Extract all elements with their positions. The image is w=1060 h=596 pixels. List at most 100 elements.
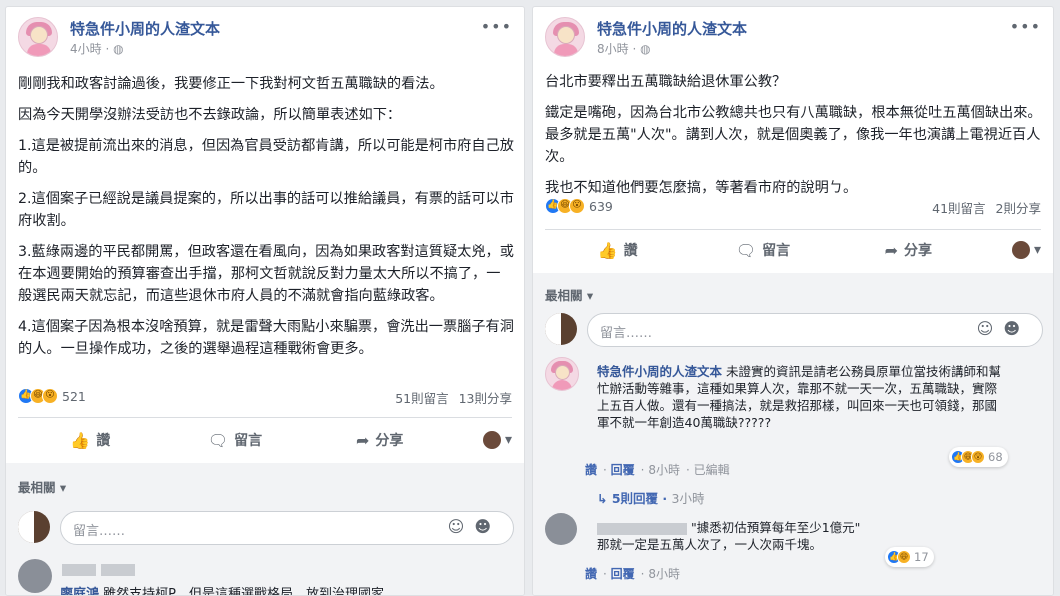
comment-meta: 讚 · 回覆 · 8小時 bbox=[585, 567, 680, 581]
author-name[interactable]: 特急件小周的人渣文本 bbox=[70, 18, 220, 39]
comment-bubble: "據悉初估預算每年至少1億元" 那就一定是五萬人次了，一人次兩千塊。 bbox=[587, 513, 897, 559]
user-avatar bbox=[18, 511, 50, 543]
wow-reaction-icon: 😮 bbox=[971, 450, 985, 464]
comment-item: 廖庭鴻 雖然支持柯P，但是這種選戰格局，放到治理國家， bbox=[18, 559, 514, 596]
speech-bubble-icon: 🗨 bbox=[207, 430, 229, 450]
post-time-text[interactable]: 4小時 bbox=[70, 42, 102, 56]
reply-arrow-icon: ↳ bbox=[597, 491, 608, 506]
comments-count[interactable]: 41則留言 bbox=[932, 201, 985, 216]
globe-icon: ◍ bbox=[640, 42, 651, 56]
post-paragraph: 剛剛我和政客討論過後，我要修正一下我對柯文哲五萬職缺的看法。 bbox=[18, 76, 444, 92]
replies-count: 5則回覆 bbox=[611, 491, 659, 506]
divider bbox=[18, 417, 512, 418]
reactions-summary[interactable]: 👍 😆 😮 521 bbox=[18, 388, 86, 404]
post-stats: 👍 😆 😮 639 41則留言 2則分享 bbox=[545, 197, 1041, 219]
haha-reaction-icon: 😆 bbox=[897, 550, 911, 564]
comment-reactions[interactable]: 👍 😆 17 bbox=[885, 547, 934, 567]
share-button[interactable]: ➦ 分享 bbox=[307, 430, 452, 450]
post-paragraph: 1.這是被提前流出來的消息，但因為官員受訪都肯講，所以可能是柯市府自己放的。 bbox=[18, 138, 514, 176]
comment-reactions-count: 17 bbox=[914, 550, 929, 564]
post-text: 剛剛我和政客討論過後，我要修正一下我對柯文哲五萬職缺的看法。 因為今天開學沒辦法… bbox=[18, 73, 514, 369]
sort-comments-dropdown[interactable]: 最相關 ▾ bbox=[18, 477, 66, 496]
view-replies-link[interactable]: ↳ 5則回覆 · 3小時 bbox=[597, 488, 704, 507]
like-button[interactable]: 👍 讚 bbox=[18, 430, 163, 450]
comment-reactions-count: 68 bbox=[988, 450, 1003, 464]
post-paragraph: 3.藍綠兩邊的平民都開罵，但政客還在看風向，因為如果政客對這質疑太兇，或在本週要… bbox=[18, 244, 514, 304]
post-paragraph: 我也不知道他們要怎麼搞，等著看市府的說明ㄅ。 bbox=[545, 180, 858, 196]
comment-input[interactable]: 留言…… ☺☻ bbox=[587, 313, 1043, 347]
right-post-card: 特急件小周的人渣文本 8小時 · ◍ ••• 台北市要釋出五萬職缺給退休軍公教？… bbox=[532, 6, 1054, 596]
replies-time: 3小時 bbox=[671, 491, 705, 506]
comment-button[interactable]: 🗨 留言 bbox=[690, 240, 835, 260]
page-avatar-icon bbox=[1011, 241, 1030, 259]
author-avatar[interactable] bbox=[18, 17, 58, 57]
post-time[interactable]: 8小時 · ◍ bbox=[597, 40, 651, 57]
more-options-icon[interactable]: ••• bbox=[1010, 17, 1041, 36]
wow-reaction-icon: 😮 bbox=[42, 388, 58, 404]
comment-text: 廖庭鴻 雖然支持柯P，但是這種選戰格局，放到治理國家， bbox=[60, 583, 397, 596]
author-avatar[interactable] bbox=[545, 17, 585, 57]
comment-reactions[interactable]: 👍 😆 😮 68 bbox=[949, 447, 1008, 467]
post-paragraph: 2.這個案子已經說是議員提案的，所以出事的話可以推給議員，有票的話可以市府收割。 bbox=[18, 191, 514, 229]
emoji-sticker-icon[interactable]: ☺☻ bbox=[977, 319, 1030, 338]
more-options-icon[interactable]: ••• bbox=[481, 17, 512, 36]
globe-icon: ◍ bbox=[113, 42, 124, 56]
edited-label[interactable]: 已編輯 bbox=[694, 463, 730, 477]
divider bbox=[545, 229, 1041, 230]
post-paragraph: 鐵定是嘴砲，因為台北市公教總共也只有八萬職缺，根本無從吐五萬個缺出來。最多就是五… bbox=[545, 105, 1042, 165]
comment-body: 那就一定是五萬人次了，一人次兩千塊。 bbox=[597, 537, 823, 552]
shares-count[interactable]: 13則分享 bbox=[459, 391, 512, 406]
emoji-sticker-icon[interactable]: ☺☻ bbox=[448, 517, 501, 536]
reactions-count: 521 bbox=[62, 388, 86, 404]
comment-placeholder: 留言…… bbox=[73, 524, 126, 539]
comments-count[interactable]: 51則留言 bbox=[395, 391, 448, 406]
comment-item: "據悉初估預算每年至少1億元" 那就一定是五萬人次了，一人次兩千塊。 👍 😆 1… bbox=[545, 513, 1043, 573]
like-label: 讚 bbox=[623, 243, 638, 259]
comment-meta: 讚 · 回覆 · 8小時 · 已編輯 bbox=[585, 463, 730, 477]
user-avatar bbox=[545, 313, 577, 345]
post-time[interactable]: 4小時 · ◍ bbox=[70, 40, 124, 57]
post-as-selector[interactable]: ▾ bbox=[981, 241, 1041, 259]
page-avatar-icon bbox=[482, 431, 501, 449]
post-paragraph: 因為今天開學沒辦法受訪也不去錄政論，所以簡單表述如下： bbox=[18, 107, 402, 123]
comment-quote: "據悉初估預算每年至少1億元" bbox=[690, 520, 861, 535]
comment-time[interactable]: 8小時 bbox=[648, 463, 680, 477]
comment-composer: 留言…… ☺☻ bbox=[545, 313, 1043, 349]
comment-label: 留言 bbox=[762, 243, 791, 259]
comment-label: 留言 bbox=[234, 433, 263, 449]
sort-comments-dropdown[interactable]: 最相關 ▾ bbox=[545, 285, 593, 304]
comment-quote-line: "據悉初估預算每年至少1億元" bbox=[597, 519, 887, 536]
post-as-selector[interactable]: ▾ bbox=[452, 431, 512, 449]
comment-like-link[interactable]: 讚 bbox=[585, 463, 597, 477]
comment-reply-link[interactable]: 回覆 bbox=[611, 463, 635, 477]
thumbs-up-icon: 👍 bbox=[597, 240, 618, 260]
commenter-name[interactable]: 特急件小周的人渣文本 bbox=[597, 364, 722, 379]
caret-down-icon: ▾ bbox=[504, 432, 513, 448]
commenter-avatar[interactable] bbox=[545, 513, 577, 545]
comment-item: 特急件小周的人渣文本 未證實的資訊是請老公務員原單位當技術講師和幫忙辦活動等雜事，… bbox=[545, 357, 1043, 467]
left-post-card: 特急件小周的人渣文本 4小時 · ◍ ••• 剛剛我和政客討論過後，我要修正一下… bbox=[5, 6, 525, 596]
commenter-avatar[interactable] bbox=[545, 357, 579, 391]
commenter-name[interactable]: 廖庭鴻 bbox=[60, 587, 99, 595]
redacted-block bbox=[62, 559, 136, 578]
post-time-text[interactable]: 8小時 bbox=[597, 42, 629, 56]
post-text: 台北市要釋出五萬職缺給退休軍公教？ 鐵定是嘴砲，因為台北市公教總共也只有八萬職缺… bbox=[545, 71, 1043, 208]
commenter-avatar[interactable] bbox=[18, 559, 52, 593]
like-button[interactable]: 👍 讚 bbox=[545, 240, 690, 260]
thumbs-up-icon: 👍 bbox=[70, 430, 91, 450]
reactions-summary[interactable]: 👍 😆 😮 639 bbox=[545, 198, 613, 214]
share-label: 分享 bbox=[375, 433, 404, 449]
speech-bubble-icon: 🗨 bbox=[735, 240, 757, 260]
comment-like-link[interactable]: 讚 bbox=[585, 567, 597, 581]
comment-time[interactable]: 8小時 bbox=[648, 567, 680, 581]
comment-reply-link[interactable]: 回覆 bbox=[611, 567, 635, 581]
reactions-count: 639 bbox=[589, 198, 613, 214]
share-arrow-icon: ➦ bbox=[355, 430, 370, 450]
share-button[interactable]: ➦ 分享 bbox=[836, 240, 981, 260]
comment-input[interactable]: 留言…… ☺☻ bbox=[60, 511, 514, 545]
caret-down-icon: ▾ bbox=[1033, 242, 1041, 258]
comment-body: 雖然支持柯P，但是這種選戰格局，放到治理國家， bbox=[103, 587, 397, 596]
shares-count[interactable]: 2則分享 bbox=[996, 201, 1041, 216]
author-name[interactable]: 特急件小周的人渣文本 bbox=[597, 18, 747, 39]
comment-button[interactable]: 🗨 留言 bbox=[163, 430, 308, 450]
